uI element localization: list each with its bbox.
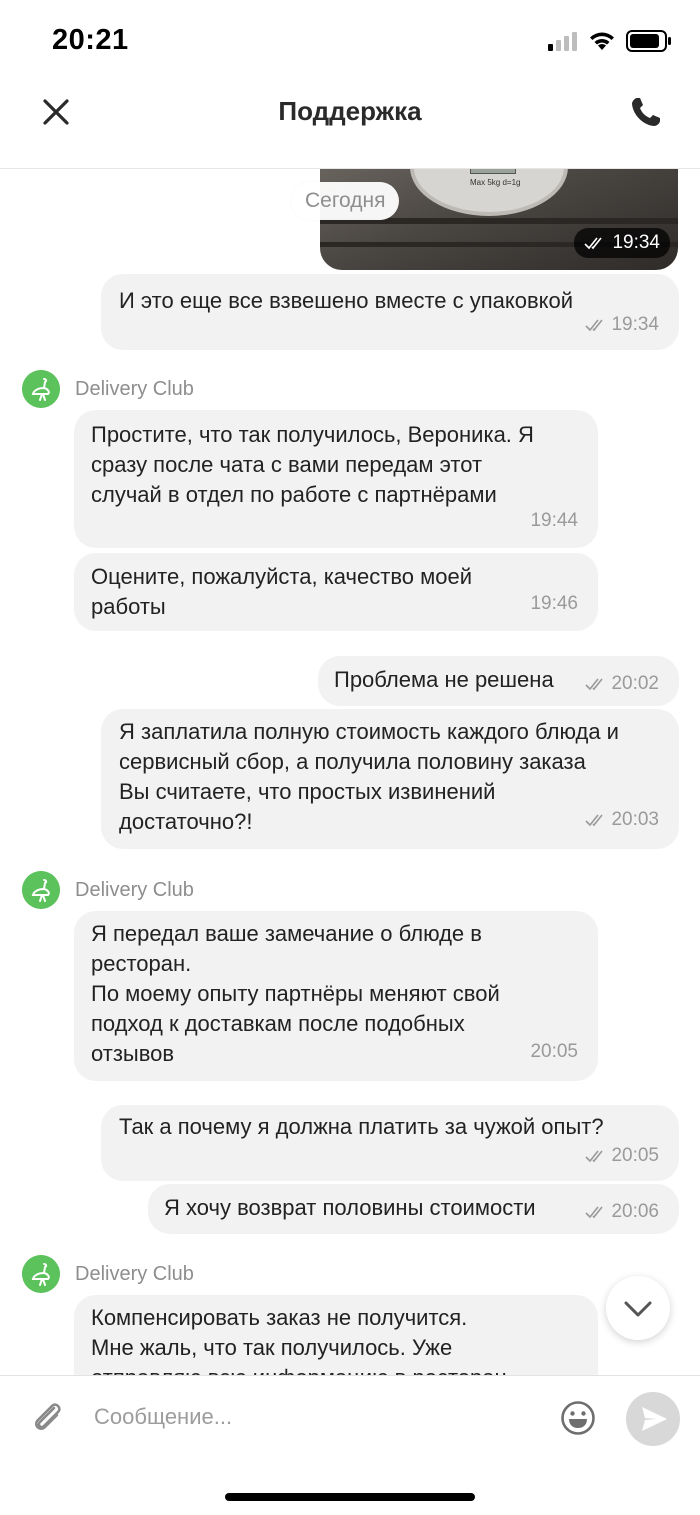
message-time: 20:02 [611, 673, 659, 694]
outgoing-message[interactable]: Я заплатила полную стоимость каждого блю… [101, 709, 679, 849]
read-ticks-icon [585, 678, 604, 691]
message-time: 20:05 [530, 1041, 578, 1062]
page-title: Поддержка [278, 96, 422, 126]
chat-messages[interactable]: Max 5kg d=1g 19:34 Сегодня И это еще все… [0, 168, 700, 1375]
date-separator: Сегодня [291, 182, 400, 220]
sender-name: Delivery Club [75, 1263, 194, 1285]
message-input[interactable] [82, 1396, 566, 1438]
message-text: И это еще все взвешено вместе с упаковко… [119, 288, 574, 313]
message-meta: 20:05 [585, 1141, 659, 1171]
read-ticks-icon [585, 319, 604, 332]
sender-name: Delivery Club [75, 378, 194, 400]
chevron-down-icon [624, 1301, 652, 1317]
incoming-message[interactable]: Оцените, пожалуйста, качество моей работ… [74, 553, 598, 631]
message-meta: 20:02 [585, 669, 659, 699]
photo-time: 19:34 [574, 228, 670, 258]
kitchen-scale-image [410, 168, 568, 216]
battery-icon [626, 30, 671, 52]
incoming-message[interactable]: Простите, что так получилось, Вероника. … [74, 410, 598, 548]
ostrich-icon [22, 871, 60, 909]
scroll-down-button[interactable] [606, 1276, 670, 1340]
incoming-message[interactable]: Компенсировать заказ не получится. Мне ж… [74, 1295, 598, 1375]
message-time: 19:44 [530, 510, 578, 531]
message-time: 20:06 [611, 1201, 659, 1222]
home-indicator [225, 1493, 475, 1501]
sender-name: Delivery Club [75, 879, 194, 901]
outgoing-message[interactable]: Проблема не решена 20:02 [318, 656, 679, 706]
send-icon [642, 1407, 667, 1431]
wifi-icon [590, 32, 614, 50]
message-text: Оцените, пожалуйста, качество моей работ… [91, 564, 473, 619]
message-time: 20:05 [611, 1145, 659, 1166]
incoming-message[interactable]: Я передал ваше замечание о блюде в ресто… [74, 911, 598, 1081]
scale-label: Max 5kg d=1g [470, 178, 521, 187]
message-text: Я заплатила полную стоимость каждого блю… [119, 719, 619, 834]
message-meta: 19:34 [585, 310, 659, 340]
send-button[interactable] [626, 1392, 680, 1446]
message-text: Простите, что так получилось, Вероника. … [91, 422, 534, 507]
message-time: 19:46 [530, 593, 578, 614]
message-text: Компенсировать заказ не получится. Мне ж… [91, 1305, 507, 1375]
read-ticks-icon [585, 814, 604, 827]
phone-icon[interactable] [628, 94, 664, 130]
outgoing-message[interactable]: И это еще все взвешено вместе с упаковко… [101, 274, 679, 350]
message-text: Так а почему я должна платить за чужой о… [119, 1114, 604, 1139]
message-time: 19:34 [612, 232, 660, 253]
message-text: Я передал ваше замечание о блюде в ресто… [91, 921, 500, 1066]
message-meta: 20:06 [585, 1197, 659, 1227]
ostrich-icon [22, 370, 60, 408]
chat-header: Поддержка [0, 80, 700, 169]
read-ticks-icon [585, 1150, 604, 1163]
outgoing-message[interactable]: Я хочу возврат половины стоимости 20:06 [148, 1184, 679, 1234]
emoji-icon[interactable] [560, 1400, 596, 1436]
message-composer [0, 1375, 700, 1466]
outgoing-message[interactable]: Так а почему я должна платить за чужой о… [101, 1105, 679, 1181]
read-ticks-icon [585, 1206, 604, 1219]
status-icons [548, 30, 672, 52]
message-time: 19:34 [611, 314, 659, 335]
status-time: 20:21 [52, 24, 129, 56]
status-bar: 20:21 [0, 0, 700, 80]
paperclip-icon[interactable] [28, 1398, 68, 1438]
ostrich-icon [22, 1255, 60, 1293]
cellular-signal-icon [548, 32, 577, 51]
read-ticks-icon [584, 237, 603, 250]
message-time: 20:03 [611, 809, 659, 830]
message-meta: 20:03 [585, 805, 659, 835]
